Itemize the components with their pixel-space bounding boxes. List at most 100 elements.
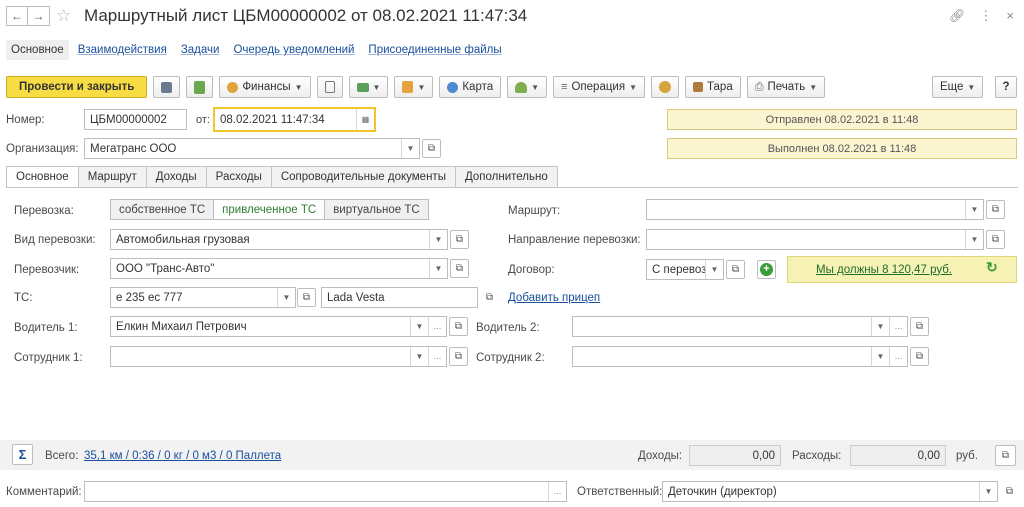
chevron-down-icon[interactable]: ▼ bbox=[277, 288, 295, 307]
command-bar: Провести и закрыть Финансы ▼ ▼ ▼ Карта ▼ … bbox=[6, 76, 826, 98]
open-org-icon[interactable]: ⧉ bbox=[422, 139, 441, 158]
ellipsis-icon[interactable]: … bbox=[428, 347, 446, 366]
open-vehicle-icon[interactable]: ⧉ bbox=[297, 288, 316, 307]
link-icon[interactable]: 🔗︎ bbox=[949, 8, 966, 24]
open-driver2-icon[interactable]: ⧉ bbox=[910, 317, 929, 336]
favorite-star-icon[interactable]: ☆ bbox=[56, 6, 71, 26]
option-hired-vehicle[interactable]: привлеченное ТС bbox=[214, 199, 326, 220]
option-own-vehicle[interactable]: собственное ТС bbox=[110, 199, 215, 220]
close-icon[interactable]: × bbox=[1006, 8, 1014, 24]
driver1-field[interactable]: Елкин Михаил Петрович ▼ … bbox=[110, 316, 447, 337]
post-and-close-button[interactable]: Провести и закрыть bbox=[6, 76, 148, 98]
contract-field[interactable]: С перевозч ▼ bbox=[646, 259, 724, 280]
tara-button[interactable]: Тара bbox=[685, 76, 741, 98]
chevron-down-icon[interactable]: ▼ bbox=[429, 259, 447, 278]
nav-attached-files[interactable]: Присоединенные файлы bbox=[363, 40, 506, 60]
chevron-down-icon[interactable]: ▼ bbox=[410, 347, 428, 366]
open-route-icon[interactable]: ⧉ bbox=[986, 200, 1005, 219]
map-button[interactable]: Карта bbox=[439, 76, 502, 98]
more-vertical-icon[interactable]: ⋮ bbox=[979, 8, 992, 24]
chevron-down-icon[interactable]: ▼ bbox=[965, 230, 983, 249]
contract-label: Договор: bbox=[508, 264, 555, 276]
chevron-down-icon[interactable]: ▼ bbox=[871, 347, 889, 366]
ellipsis-icon[interactable]: … bbox=[548, 482, 566, 501]
calendar-icon[interactable]: ▦ bbox=[356, 109, 374, 130]
group-button[interactable] bbox=[651, 76, 680, 98]
open-employee1-icon[interactable]: ⧉ bbox=[449, 347, 468, 366]
nav-main[interactable]: Основное bbox=[6, 40, 69, 60]
open-carrier-icon[interactable]: ⧉ bbox=[450, 259, 469, 278]
open-responsible-icon[interactable]: ⧉ bbox=[1000, 482, 1019, 501]
driver2-field[interactable]: ▼ … bbox=[572, 316, 908, 337]
open-driver1-icon[interactable]: ⧉ bbox=[449, 317, 468, 336]
chevron-down-icon: ▼ bbox=[417, 82, 426, 92]
back-arrow-icon[interactable]: ← bbox=[6, 6, 28, 26]
org-field[interactable]: Мегатранс ООО ▼ bbox=[84, 138, 420, 159]
operation-button[interactable]: ≡ Операция ▼ bbox=[553, 76, 646, 98]
tab-main[interactable]: Основное bbox=[6, 166, 79, 188]
currency-label: руб. bbox=[956, 450, 978, 462]
total-link[interactable]: 35,1 км / 0:36 / 0 кг / 0 м3 / 0 Паллета bbox=[84, 450, 281, 462]
debt-link[interactable]: Мы должны 8 120,47 руб. bbox=[816, 264, 952, 276]
ellipsis-icon[interactable]: … bbox=[889, 347, 907, 366]
driver1-label: Водитель 1: bbox=[14, 322, 78, 334]
chevron-down-icon[interactable]: ▼ bbox=[401, 139, 419, 158]
section-nav: Основное Взаимодействия Задачи Очередь у… bbox=[6, 40, 507, 60]
direction-field[interactable]: ▼ bbox=[646, 229, 984, 250]
comment-field[interactable]: … bbox=[84, 481, 567, 502]
responsible-field[interactable]: Деточкин (директор) ▼ bbox=[662, 481, 998, 502]
forward-arrow-icon[interactable]: → bbox=[28, 6, 50, 26]
kind-field[interactable]: Автомобильная грузовая ▼ bbox=[110, 229, 448, 250]
refresh-icon[interactable]: ↻ bbox=[986, 259, 998, 276]
chevron-down-icon[interactable]: ▼ bbox=[871, 317, 889, 336]
tab-income[interactable]: Доходы bbox=[146, 166, 207, 188]
tab-expenses[interactable]: Расходы bbox=[206, 166, 272, 188]
open-kind-icon[interactable]: ⧉ bbox=[450, 230, 469, 249]
more-button[interactable]: Еще ▼ bbox=[932, 76, 984, 98]
open-employee2-icon[interactable]: ⧉ bbox=[910, 347, 929, 366]
document-list-button[interactable] bbox=[316, 76, 343, 98]
open-direction-icon[interactable]: ⧉ bbox=[986, 230, 1005, 249]
add-trailer-link[interactable]: Добавить прицеп bbox=[508, 292, 600, 304]
map-label: Карта bbox=[462, 81, 494, 93]
chevron-down-icon[interactable]: ▼ bbox=[705, 260, 723, 279]
help-button[interactable]: ? bbox=[995, 76, 1017, 98]
vehicle-model-value: Lada Vesta bbox=[327, 291, 385, 304]
chevron-down-icon[interactable]: ▼ bbox=[965, 200, 983, 219]
sigma-icon[interactable]: Σ bbox=[12, 444, 33, 465]
tab-additional[interactable]: Дополнительно bbox=[455, 166, 558, 188]
employee1-field[interactable]: ▼ … bbox=[110, 346, 447, 367]
finance-button[interactable]: Финансы ▼ bbox=[219, 76, 311, 98]
carrier-field[interactable]: ООО "Транс-Авто" ▼ bbox=[110, 258, 448, 279]
create-based-button[interactable]: ▼ bbox=[348, 76, 389, 98]
nav-notification-queue[interactable]: Очередь уведомлений bbox=[228, 40, 359, 60]
more-label: Еще bbox=[940, 81, 964, 93]
print-button[interactable]: ⎙ Печать ▼ bbox=[746, 76, 826, 98]
post-button[interactable] bbox=[186, 76, 214, 98]
open-totals-icon[interactable]: ⧉ bbox=[995, 445, 1016, 466]
number-field[interactable]: ЦБМ00000002 bbox=[84, 109, 187, 130]
nav-tasks[interactable]: Задачи bbox=[176, 40, 225, 60]
route-field[interactable]: ▼ bbox=[646, 199, 984, 220]
open-model-icon[interactable]: ⧉ bbox=[480, 288, 499, 307]
add-contract-button[interactable]: + bbox=[757, 260, 776, 279]
users-button[interactable]: ▼ bbox=[507, 76, 548, 98]
chevron-down-icon[interactable]: ▼ bbox=[979, 482, 997, 501]
employee2-field[interactable]: ▼ … bbox=[572, 346, 908, 367]
option-virtual-vehicle[interactable]: виртуальное ТС bbox=[325, 199, 429, 220]
chevron-down-icon: ▼ bbox=[531, 82, 540, 92]
vehicle-field[interactable]: е 235 ес 777 ▼ bbox=[110, 287, 296, 308]
ellipsis-icon[interactable]: … bbox=[428, 317, 446, 336]
nav-interactions[interactable]: Взаимодействия bbox=[73, 40, 172, 60]
chevron-down-icon[interactable]: ▼ bbox=[429, 230, 447, 249]
employee2-label: Сотрудник 2: bbox=[476, 352, 545, 364]
tab-accompanying-docs[interactable]: Сопроводительные документы bbox=[271, 166, 456, 188]
open-contract-icon[interactable]: ⧉ bbox=[726, 260, 745, 279]
save-button[interactable] bbox=[153, 76, 181, 98]
date-field[interactable]: 08.02.2021 11:47:34 ▦ bbox=[213, 107, 376, 132]
operation-label: Операция bbox=[571, 81, 626, 93]
ellipsis-icon[interactable]: … bbox=[889, 317, 907, 336]
reports-button[interactable]: ▼ bbox=[394, 76, 434, 98]
tab-route[interactable]: Маршрут bbox=[78, 166, 147, 188]
chevron-down-icon[interactable]: ▼ bbox=[410, 317, 428, 336]
